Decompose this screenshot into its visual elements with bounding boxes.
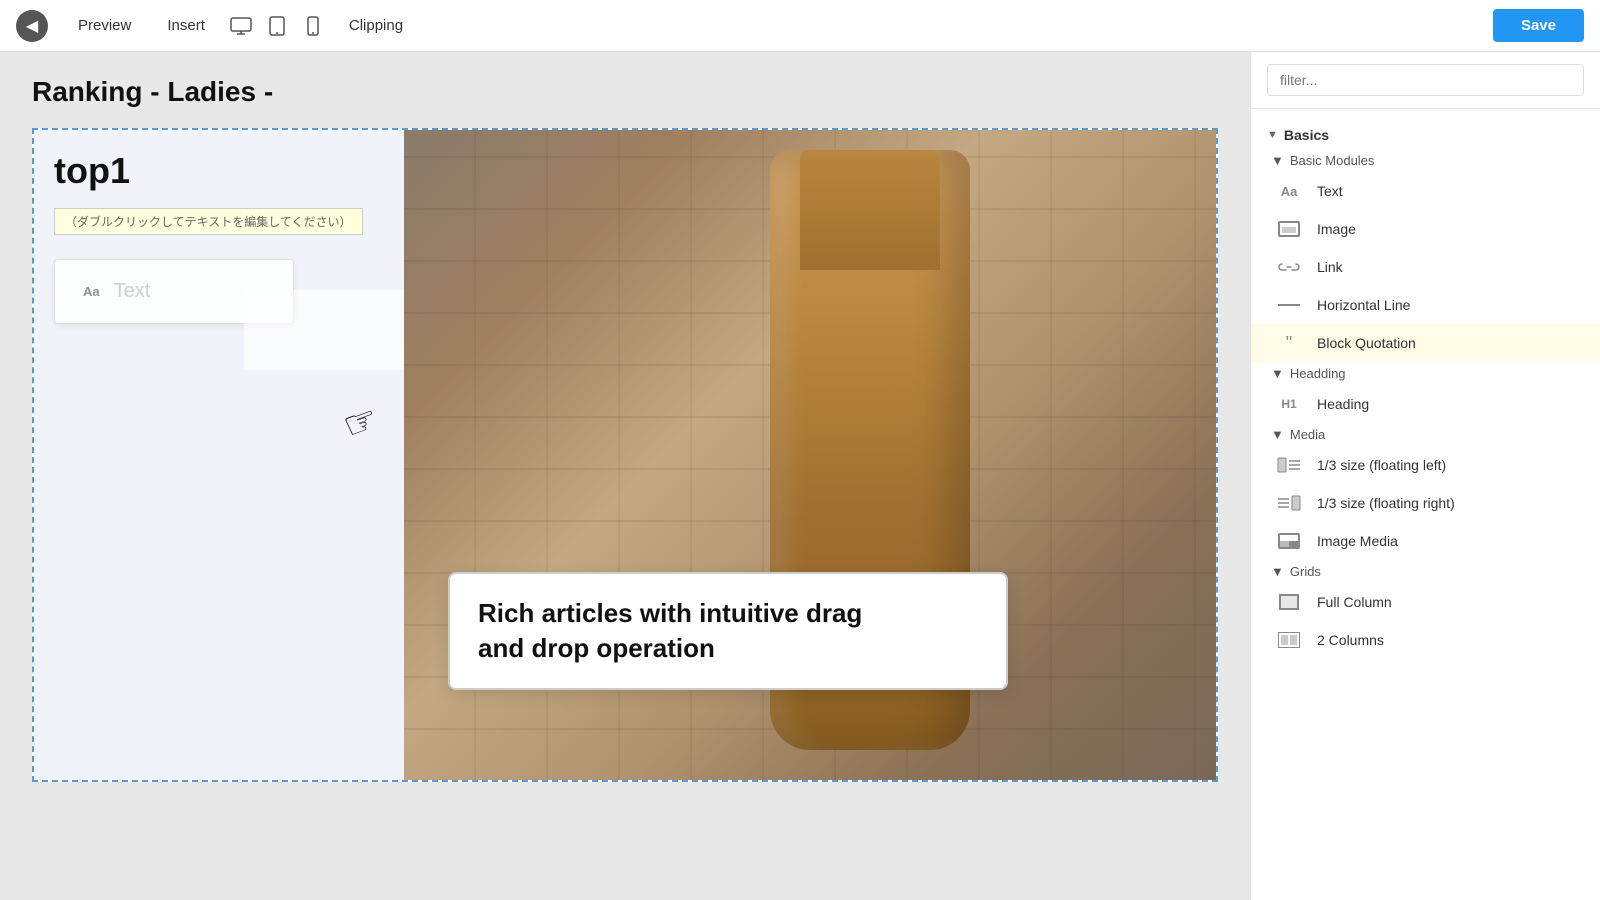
callout-text: Rich articles with intuitive dragand dro… bbox=[478, 596, 978, 666]
text-icon: Aa bbox=[1275, 181, 1303, 201]
quote-icon: " bbox=[1275, 333, 1303, 353]
sidebar-item-image-label: Image bbox=[1317, 221, 1356, 237]
sidebar-subsection-basic-modules[interactable]: ▼ Basic Modules bbox=[1251, 149, 1600, 172]
sidebar-filter-input[interactable] bbox=[1267, 64, 1584, 96]
preview-button[interactable]: Preview bbox=[60, 11, 149, 40]
sidebar-item-image[interactable]: Image bbox=[1251, 210, 1600, 248]
sidebar-item-link-label: Link bbox=[1317, 259, 1343, 275]
chevron-down-icon: ▼ bbox=[1271, 564, 1284, 579]
sidebar-section-basics-label: Basics bbox=[1284, 127, 1329, 143]
sidebar-item-text[interactable]: Aa Text bbox=[1251, 172, 1600, 210]
chevron-down-icon: ▼ bbox=[1271, 427, 1284, 442]
sidebar-item-third-left-label: 1/3 size (floating left) bbox=[1317, 457, 1446, 473]
callout-tooltip: Rich articles with intuitive dragand dro… bbox=[448, 572, 1008, 690]
tablet-icon[interactable] bbox=[259, 8, 295, 44]
sidebar-item-block-quotation[interactable]: " Block Quotation bbox=[1251, 324, 1600, 362]
clipping-button[interactable]: Clipping bbox=[331, 11, 421, 40]
sidebar-subsection-grids[interactable]: ▼ Grids bbox=[1251, 560, 1600, 583]
drag-ghost bbox=[244, 290, 404, 370]
sidebar-item-image-media[interactable]: Image Media bbox=[1251, 522, 1600, 560]
chevron-down-icon: ▼ bbox=[1271, 153, 1284, 168]
drag-preview-label: Text bbox=[114, 280, 151, 303]
sidebar-item-horizontal-line[interactable]: Horizontal Line bbox=[1251, 286, 1600, 324]
sidebar-subsection-basic-modules-label: Basic Modules bbox=[1290, 153, 1375, 168]
coat-collar bbox=[800, 150, 940, 270]
insert-button[interactable]: Insert bbox=[149, 11, 223, 40]
sidebar-item-third-right[interactable]: 1/3 size (floating right) bbox=[1251, 484, 1600, 522]
save-button[interactable]: Save bbox=[1493, 9, 1584, 42]
back-icon: ◀ bbox=[26, 16, 38, 36]
canvas-left-panel: top1 （ダブルクリックしてテキストを編集してください） Aa Text ☞ bbox=[34, 130, 404, 780]
canvas-right-panel: Rich articles with intuitive dragand dro… bbox=[404, 130, 1216, 780]
back-button[interactable]: ◀ bbox=[16, 10, 48, 42]
link-icon bbox=[1275, 257, 1303, 277]
float-right-icon bbox=[1275, 493, 1303, 513]
sidebar-item-third-left[interactable]: 1/3 size (floating left) bbox=[1251, 446, 1600, 484]
sidebar-item-2-columns[interactable]: 2 Columns bbox=[1251, 621, 1600, 659]
chevron-down-icon: ▼ bbox=[1271, 366, 1284, 381]
sidebar-item-link[interactable]: Link bbox=[1251, 248, 1600, 286]
page-title: Ranking - Ladies - bbox=[32, 76, 1218, 108]
full-column-icon bbox=[1275, 592, 1303, 612]
horizontal-line-icon bbox=[1275, 295, 1303, 315]
sidebar-item-image-media-label: Image Media bbox=[1317, 533, 1398, 549]
float-left-icon bbox=[1275, 455, 1303, 475]
sidebar-item-full-column[interactable]: Full Column bbox=[1251, 583, 1600, 621]
sidebar-item-heading-label: Heading bbox=[1317, 396, 1369, 412]
desktop-icon[interactable] bbox=[223, 8, 259, 44]
sidebar-section-basics-header[interactable]: ▼ Basics bbox=[1251, 121, 1600, 149]
image-icon bbox=[1275, 219, 1303, 239]
canvas-edit-hint: （ダブルクリックしてテキストを編集してください） bbox=[54, 208, 363, 235]
sidebar-item-third-right-label: 1/3 size (floating right) bbox=[1317, 495, 1455, 511]
main-layout: Ranking - Ladies - top1 （ダブルクリックしてテキストを編… bbox=[0, 52, 1600, 900]
toolbar: ◀ Preview Insert Clipping Save bbox=[0, 0, 1600, 52]
canvas[interactable]: top1 （ダブルクリックしてテキストを編集してください） Aa Text ☞ bbox=[32, 128, 1218, 782]
image-media-icon bbox=[1275, 531, 1303, 551]
sidebar-subsection-headding-label: Headding bbox=[1290, 366, 1346, 381]
sidebar-subsection-grids-label: Grids bbox=[1290, 564, 1321, 579]
sidebar-item-text-label: Text bbox=[1317, 183, 1343, 199]
sidebar-subsection-headding[interactable]: ▼ Headding bbox=[1251, 362, 1600, 385]
sidebar-item-quote-label: Block Quotation bbox=[1317, 335, 1416, 351]
mobile-icon[interactable] bbox=[295, 8, 331, 44]
sidebar-item-heading[interactable]: H1 Heading bbox=[1251, 385, 1600, 423]
chevron-down-icon: ▼ bbox=[1267, 129, 1278, 141]
drag-preview-aa-icon: Aa bbox=[83, 284, 100, 299]
sidebar-subsection-media[interactable]: ▼ Media bbox=[1251, 423, 1600, 446]
sidebar-section-basics: ▼ Basics ▼ Basic Modules Aa Text Imag bbox=[1251, 109, 1600, 663]
sidebar-item-2-columns-label: 2 Columns bbox=[1317, 632, 1384, 648]
sidebar-item-full-column-label: Full Column bbox=[1317, 594, 1392, 610]
sidebar: ▼ Basics ▼ Basic Modules Aa Text Imag bbox=[1250, 52, 1600, 900]
canvas-top1-label: top1 bbox=[54, 150, 384, 192]
sidebar-subsection-media-label: Media bbox=[1290, 427, 1325, 442]
h1-icon: H1 bbox=[1275, 394, 1303, 414]
sidebar-item-hr-label: Horizontal Line bbox=[1317, 297, 1410, 313]
2-columns-icon bbox=[1275, 630, 1303, 650]
editor-area: Ranking - Ladies - top1 （ダブルクリックしてテキストを編… bbox=[0, 52, 1250, 900]
sidebar-filter-area bbox=[1251, 52, 1600, 109]
cursor-hand-icon: ☞ bbox=[337, 396, 384, 450]
